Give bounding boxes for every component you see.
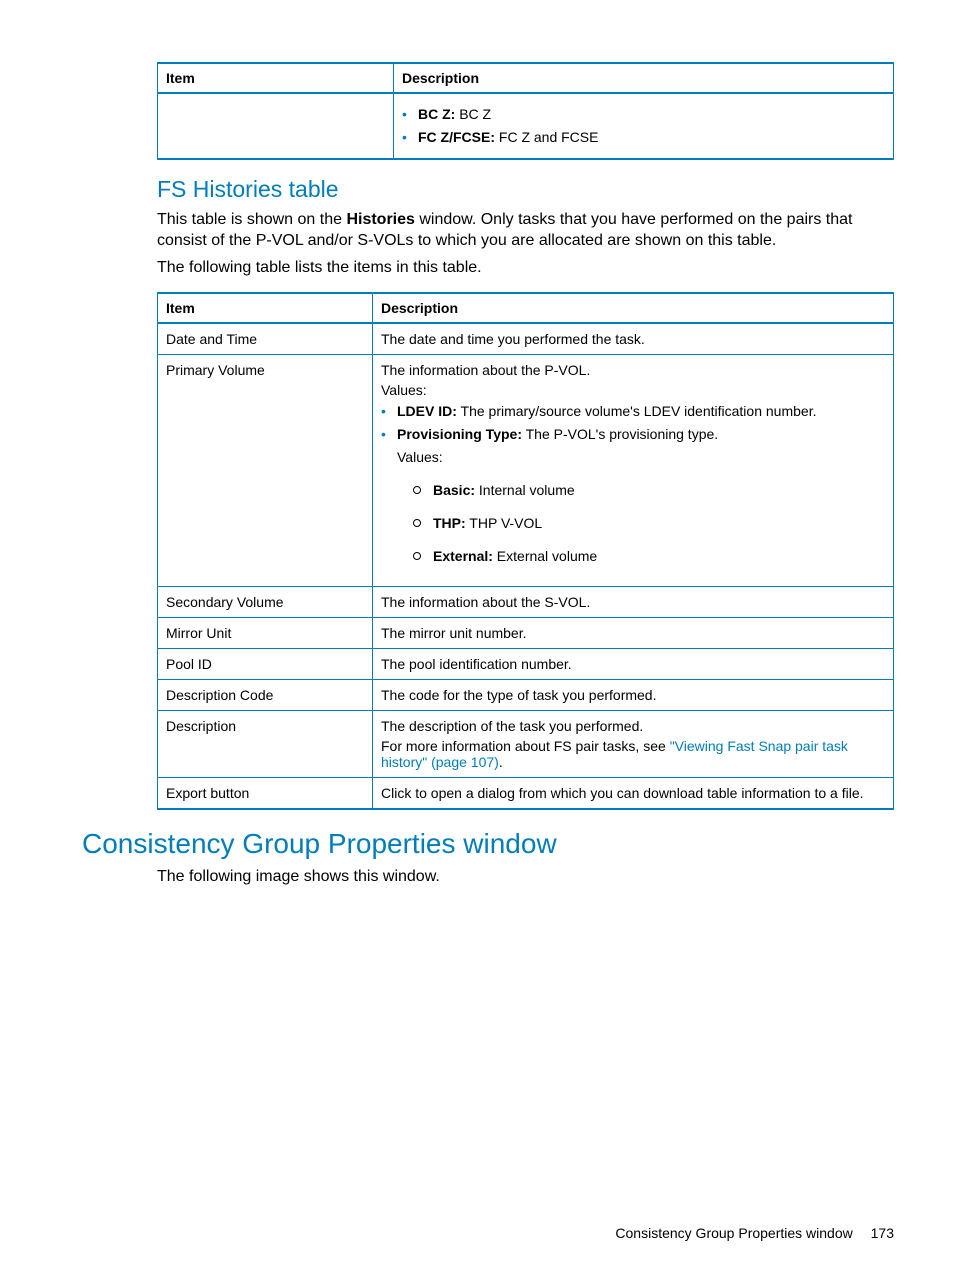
cell-item: Export button	[158, 778, 373, 810]
list-item: External: External volume	[413, 547, 883, 566]
fcz-label: FC Z/FCSE:	[418, 129, 495, 145]
fs-histories-para1: This table is shown on the Histories win…	[157, 209, 894, 251]
cell-item: Description	[158, 711, 373, 778]
list-item: Basic: Internal volume	[413, 481, 883, 500]
th-item: Item	[158, 63, 394, 93]
cgp-para: The following image shows this window.	[157, 866, 894, 887]
fcz-value: FC Z and FCSE	[495, 129, 598, 145]
table-row: Secondary Volume The information about t…	[158, 587, 894, 618]
list-item: Provisioning Type: The P-VOL's provision…	[381, 425, 883, 565]
list-item: THP: THP V-VOL	[413, 514, 883, 533]
fs-histories-heading: FS Histories table	[157, 176, 894, 203]
list-item: LDEV ID: The primary/source volume's LDE…	[381, 402, 883, 421]
cell-item: Secondary Volume	[158, 587, 373, 618]
bcz-label: BC Z:	[418, 106, 455, 122]
table-row: Mirror Unit The mirror unit number.	[158, 618, 894, 649]
th-description: Description	[373, 293, 894, 323]
cell-item: Date and Time	[158, 323, 373, 355]
footer-page-number: 173	[871, 1225, 894, 1241]
cell-desc: The code for the type of task you perfor…	[373, 680, 894, 711]
th-description: Description	[394, 63, 894, 93]
th-item: Item	[158, 293, 373, 323]
cell-item: Primary Volume	[158, 355, 373, 587]
list-item: BC Z: BC Z	[402, 105, 883, 124]
table-row: Description The description of the task …	[158, 711, 894, 778]
footer-text: Consistency Group Properties window	[615, 1225, 852, 1241]
table-row: Date and Time The date and time you perf…	[158, 323, 894, 355]
cell-desc: The pool identification number.	[373, 649, 894, 680]
list-item: FC Z/FCSE: FC Z and FCSE	[402, 128, 883, 147]
table-copy-type: Item Description BC Z: BC Z FC Z/FCSE: F…	[157, 62, 894, 160]
cell-desc: The information about the S-VOL.	[373, 587, 894, 618]
bcz-value: BC Z	[455, 106, 491, 122]
table-row: Export button Click to open a dialog fro…	[158, 778, 894, 810]
table-row: BC Z: BC Z FC Z/FCSE: FC Z and FCSE	[158, 93, 894, 159]
table-row: Primary Volume The information about the…	[158, 355, 894, 587]
cell-desc: The date and time you performed the task…	[373, 323, 894, 355]
page-footer: Consistency Group Properties window 173	[615, 1225, 894, 1241]
cell-item: Mirror Unit	[158, 618, 373, 649]
table-row: Pool ID The pool identification number.	[158, 649, 894, 680]
cell-desc: The description of the task you performe…	[373, 711, 894, 778]
cell-desc: The information about the P-VOL. Values:…	[373, 355, 894, 587]
table-row: Description Code The code for the type o…	[158, 680, 894, 711]
fs-histories-para2: The following table lists the items in t…	[157, 257, 894, 278]
cell-desc: Click to open a dialog from which you ca…	[373, 778, 894, 810]
cell-item: Pool ID	[158, 649, 373, 680]
cell-desc: The mirror unit number.	[373, 618, 894, 649]
cell-item: Description Code	[158, 680, 373, 711]
table-fs-histories: Item Description Date and Time The date …	[157, 292, 894, 810]
cgp-heading: Consistency Group Properties window	[82, 828, 894, 860]
